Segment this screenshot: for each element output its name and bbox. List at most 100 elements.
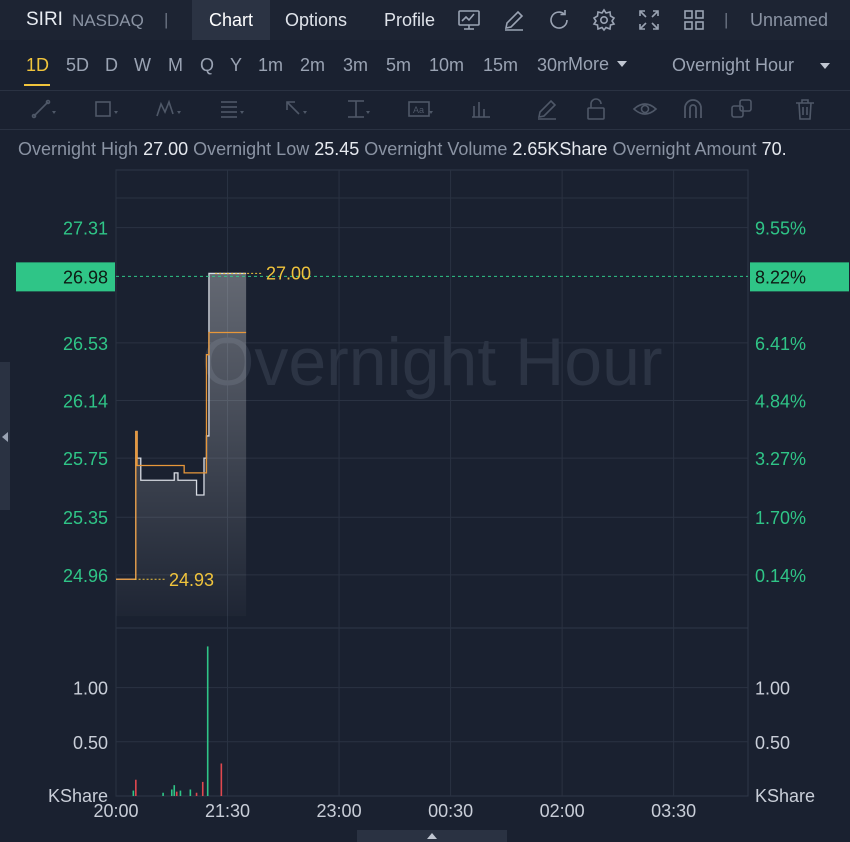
current-price-value: 26.98 bbox=[63, 267, 108, 287]
rectangle-tool-icon[interactable] bbox=[92, 96, 118, 122]
period-1d[interactable]: 1D bbox=[26, 55, 49, 76]
selected-period-indicator bbox=[24, 84, 50, 86]
stat-low-value: 25.45 bbox=[314, 139, 360, 159]
symbol-label[interactable]: SIRI bbox=[26, 9, 63, 31]
chart-settings-icon[interactable] bbox=[457, 8, 481, 32]
time-tick-label: 21:30 bbox=[205, 801, 250, 821]
time-tick-label: 23:00 bbox=[317, 801, 362, 821]
volume-bar bbox=[195, 792, 198, 796]
volume-bar bbox=[206, 646, 209, 796]
fibonacci-tool-icon[interactable] bbox=[218, 96, 244, 122]
period-30m[interactable]: 30m bbox=[537, 55, 568, 76]
layout-name[interactable]: Unnamed bbox=[750, 10, 828, 31]
pct-tick-label: 9.55% bbox=[755, 219, 806, 239]
header-separator: | bbox=[164, 10, 169, 29]
trash-icon[interactable] bbox=[792, 96, 818, 122]
volume-tick-label: 0.50 bbox=[755, 733, 790, 753]
time-tick-label: 00:30 bbox=[428, 801, 473, 821]
volume-bar bbox=[173, 785, 176, 796]
text-tool-icon[interactable]: Aa bbox=[407, 96, 433, 122]
volume-bar bbox=[201, 781, 204, 796]
tab-profile[interactable]: Profile bbox=[384, 0, 435, 40]
chevron-left-icon[interactable] bbox=[2, 432, 8, 442]
layout-grid-icon[interactable] bbox=[682, 8, 706, 32]
exchange-label: NASDAQ bbox=[72, 11, 144, 30]
period-2m[interactable]: 2m bbox=[300, 55, 325, 76]
period-5d[interactable]: 5D bbox=[66, 55, 89, 76]
volume-bar bbox=[220, 763, 223, 796]
period-q[interactable]: Q bbox=[200, 55, 214, 76]
current-pct-value: 8.22% bbox=[755, 267, 806, 287]
period-1m[interactable]: 1m bbox=[258, 55, 283, 76]
volume-bar bbox=[135, 779, 137, 796]
volume-bar bbox=[175, 791, 178, 796]
tab-options[interactable]: Options bbox=[285, 0, 347, 40]
time-tick-label: 20:00 bbox=[93, 801, 138, 821]
stat-amount-label: Overnight Amount bbox=[612, 139, 757, 159]
eye-icon[interactable] bbox=[632, 96, 658, 122]
volume-bar bbox=[162, 792, 164, 796]
time-tick-label: 03:30 bbox=[651, 801, 696, 821]
period-m[interactable]: M bbox=[168, 55, 183, 76]
stat-volume-label: Overnight Volume bbox=[364, 139, 508, 159]
price-chart[interactable]: Overnight Hour 27.31 9.55% 26.53 6.41% 26.14… bbox=[0, 160, 850, 830]
high-marker-label: 27.00 bbox=[266, 263, 311, 283]
volume-tick-label: 0.50 bbox=[73, 733, 108, 753]
chevron-down-icon[interactable] bbox=[617, 61, 627, 67]
volume-tick-label: 1.00 bbox=[73, 679, 108, 699]
price-tick-label: 26.53 bbox=[63, 334, 108, 354]
time-tick-label: 02:00 bbox=[540, 801, 585, 821]
volume-unit-label: KShare bbox=[755, 786, 815, 806]
volume-tick-label: 1.00 bbox=[755, 679, 790, 699]
magnet-icon[interactable] bbox=[680, 96, 706, 122]
session-watermark: Overnight Hour bbox=[201, 324, 662, 400]
pct-tick-label: 0.14% bbox=[755, 566, 806, 586]
period-w[interactable]: W bbox=[134, 55, 151, 76]
overnight-stats: Overnight High 27.00 Overnight Low 25.45… bbox=[18, 139, 787, 160]
gear-icon[interactable] bbox=[592, 8, 616, 32]
price-tick-label: 27.31 bbox=[63, 219, 108, 239]
refresh-icon[interactable] bbox=[547, 8, 571, 32]
edit-icon[interactable] bbox=[502, 8, 526, 32]
clone-icon[interactable] bbox=[729, 96, 755, 122]
measure-tool-icon[interactable] bbox=[344, 96, 370, 122]
period-3m[interactable]: 3m bbox=[343, 55, 368, 76]
pattern-tool-icon[interactable] bbox=[155, 96, 181, 122]
pct-tick-label: 3.27% bbox=[755, 449, 806, 469]
arrow-tool-icon[interactable] bbox=[281, 96, 307, 122]
indicator-tool-icon[interactable] bbox=[470, 96, 496, 122]
price-tick-label: 25.75 bbox=[63, 449, 108, 469]
pencil-icon[interactable] bbox=[534, 96, 560, 122]
session-dropdown[interactable]: Overnight Hour bbox=[672, 55, 794, 76]
stat-amount-value: 70. bbox=[761, 139, 787, 159]
svg-text:Aa: Aa bbox=[413, 105, 424, 115]
pct-tick-label: 4.84% bbox=[755, 391, 806, 411]
session-chevron-down-icon[interactable] bbox=[820, 63, 830, 69]
more-periods-button[interactable]: More bbox=[568, 54, 609, 75]
price-tick-label: 24.96 bbox=[63, 566, 108, 586]
stat-low-label: Overnight Low bbox=[193, 139, 310, 159]
period-5m[interactable]: 5m bbox=[386, 55, 411, 76]
stat-high-value: 27.00 bbox=[143, 139, 189, 159]
period-d[interactable]: D bbox=[105, 55, 118, 76]
volume-bar bbox=[132, 790, 135, 796]
stat-high-label: Overnight High bbox=[18, 139, 139, 159]
fullscreen-icon[interactable] bbox=[637, 8, 661, 32]
price-tick-label: 25.35 bbox=[63, 508, 108, 528]
tab-chart[interactable]: Chart bbox=[192, 0, 270, 40]
lock-icon[interactable] bbox=[583, 96, 609, 122]
line-tool-icon[interactable] bbox=[30, 96, 56, 122]
stat-volume-value: 2.65KShare bbox=[512, 139, 608, 159]
low-marker-label: 24.93 bbox=[169, 570, 214, 590]
period-y[interactable]: Y bbox=[230, 55, 242, 76]
volume-bar bbox=[189, 789, 192, 796]
chevron-up-icon[interactable] bbox=[427, 833, 437, 839]
pct-tick-label: 1.70% bbox=[755, 508, 806, 528]
header-separator-2: | bbox=[724, 10, 729, 29]
period-10m[interactable]: 10m bbox=[429, 55, 464, 76]
volume-bars bbox=[132, 646, 223, 796]
pct-tick-label: 6.41% bbox=[755, 334, 806, 354]
price-tick-label: 26.14 bbox=[63, 391, 108, 411]
volume-bar bbox=[170, 789, 173, 796]
period-15m[interactable]: 15m bbox=[483, 55, 518, 76]
